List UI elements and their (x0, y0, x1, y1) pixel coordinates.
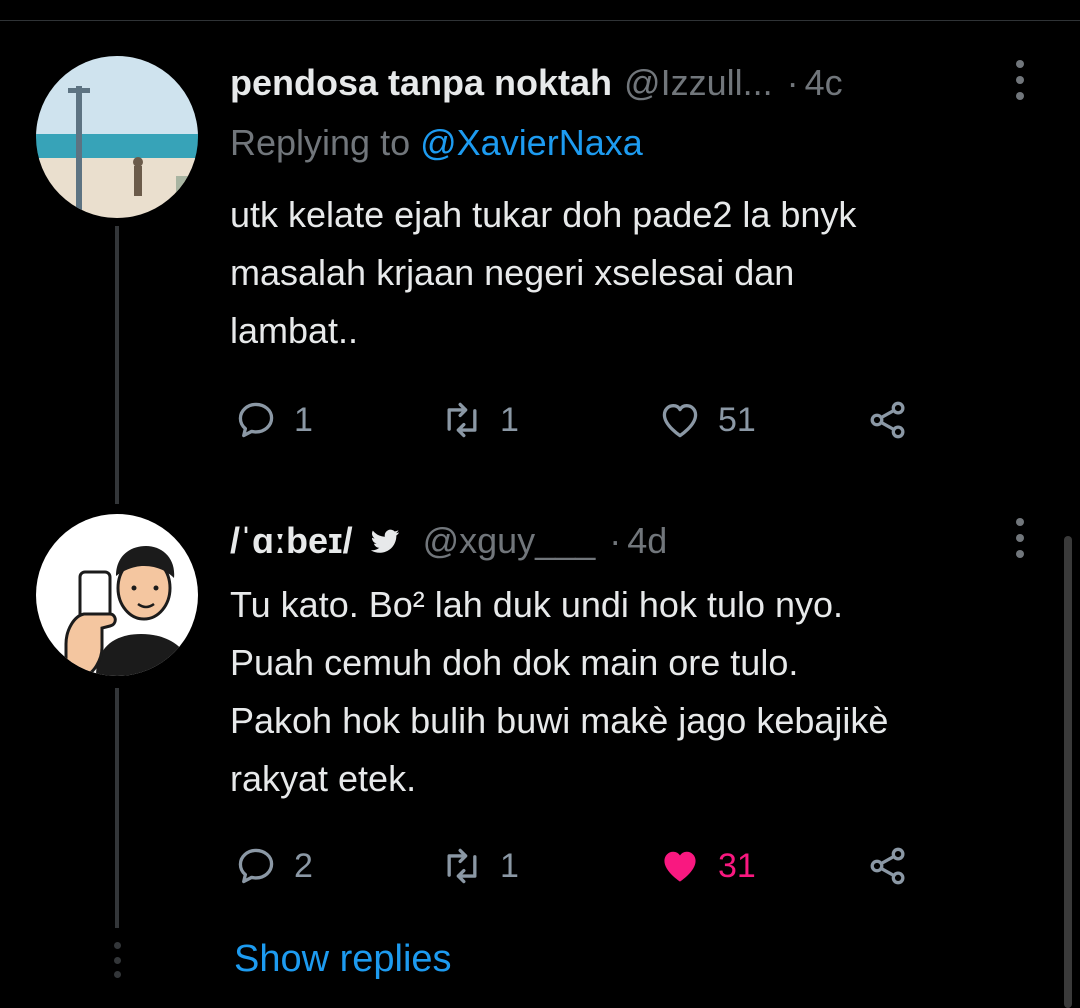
replying-prefix: Replying to (230, 122, 411, 163)
more-icon[interactable] (1008, 60, 1032, 100)
avatar[interactable] (36, 56, 198, 218)
separator-dot: · (786, 62, 799, 103)
tweet-actions: 2 1 31 (230, 842, 930, 890)
retweet-icon (447, 402, 477, 438)
display-name[interactable]: pendosa tanpa noktah (230, 62, 612, 104)
share-icon (870, 401, 905, 439)
reply-button[interactable]: 2 (234, 842, 313, 890)
retweet-icon (447, 848, 477, 884)
heart-icon (662, 404, 698, 438)
replying-to: Replying to @XavierNaxa (230, 122, 643, 164)
tweet-text: utk kelate ejah tukar doh pade2 la bnyk … (230, 194, 857, 351)
tweet-text: Tu kato. Bo² lah duk undi hok tulo nyo. … (230, 584, 889, 799)
share-icon (870, 847, 905, 885)
share-button[interactable] (866, 842, 910, 890)
separator-dot: · (609, 520, 622, 561)
more-icon[interactable] (1008, 518, 1032, 558)
like-count: 51 (718, 400, 756, 439)
retweet-button[interactable]: 1 (440, 396, 519, 444)
tweet-header: pendosa tanpa noktah @Izzull... · 4c (230, 62, 843, 104)
reply-count: 2 (294, 846, 313, 885)
avatar[interactable] (36, 514, 198, 676)
user-handle[interactable]: @Izzull... (624, 62, 773, 104)
selfie-avatar-image (36, 514, 198, 676)
share-button[interactable] (866, 396, 910, 444)
tweet-header: /ˈɑːbeɪ/ @xguy___ · 4d (230, 520, 667, 562)
reply-count: 1 (294, 400, 313, 439)
beach-avatar-image (36, 56, 198, 218)
bird-icon (370, 529, 399, 553)
thread-line (115, 226, 119, 504)
retweet-button[interactable]: 1 (440, 842, 519, 890)
top-divider (0, 20, 1080, 21)
reply-button[interactable]: 1 (234, 396, 313, 444)
tweet-actions: 1 1 51 (230, 396, 930, 444)
thread-dots (112, 942, 122, 978)
scrollbar[interactable] (1064, 536, 1072, 1008)
timestamp[interactable]: 4c (805, 62, 843, 104)
reply-icon (238, 402, 274, 438)
mention-link[interactable]: @XavierNaxa (420, 122, 643, 163)
heart-icon-filled (664, 851, 696, 882)
reply-icon (238, 848, 274, 884)
retweet-count: 1 (500, 400, 519, 439)
user-handle[interactable]: @xguy___ (423, 520, 596, 562)
thread-line (115, 688, 119, 928)
like-count: 31 (718, 846, 756, 885)
like-button[interactable]: 31 (658, 842, 756, 890)
retweet-count: 1 (500, 846, 519, 885)
timestamp[interactable]: 4d (627, 520, 667, 562)
display-name[interactable]: /ˈɑːbeɪ/ (230, 520, 353, 562)
show-replies-link[interactable]: Show replies (234, 938, 452, 981)
like-button[interactable]: 51 (658, 396, 756, 444)
